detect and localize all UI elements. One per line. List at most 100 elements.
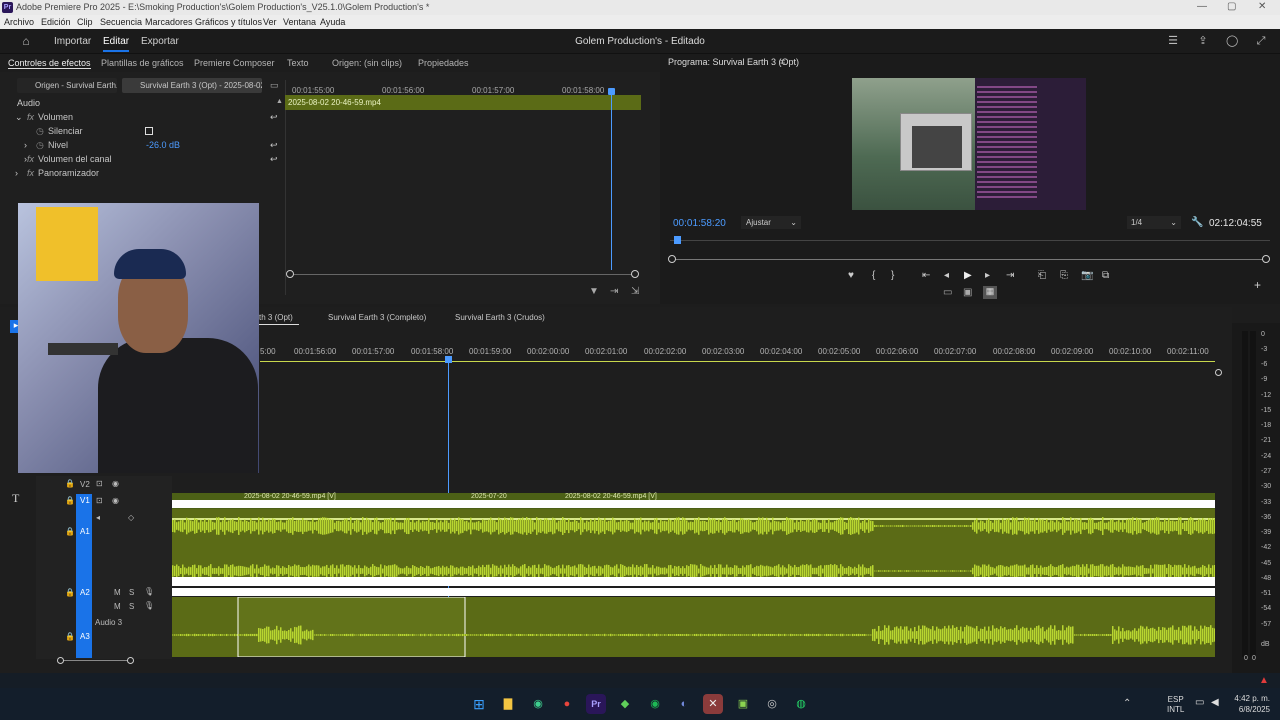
network-icon[interactable]: ▭ bbox=[1195, 697, 1204, 708]
step-forward-icon[interactable]: ▸ bbox=[985, 270, 990, 281]
add-button-icon[interactable]: + bbox=[1254, 278, 1261, 292]
ec-zoom-end-handle[interactable] bbox=[631, 270, 639, 278]
ec-zoom-start-handle[interactable] bbox=[286, 270, 294, 278]
clock[interactable]: 4:42 p. m. 6/8/2025 bbox=[1226, 693, 1270, 715]
go-to-in-icon[interactable]: ⇤ bbox=[922, 270, 930, 281]
tab-seq-crudos[interactable]: Survival Earth 3 (Crudos) bbox=[455, 313, 545, 322]
keyframe-add-icon[interactable]: ◇ bbox=[128, 513, 134, 522]
multicam-icon[interactable]: ▭ bbox=[943, 287, 952, 298]
panel-menu-icon[interactable]: ▭ bbox=[270, 80, 279, 91]
app-icon[interactable]: ✕ bbox=[703, 694, 723, 714]
tab-seq-completo[interactable]: Survival Earth 3 (Completo) bbox=[328, 313, 426, 322]
track-v1-label[interactable]: V1 bbox=[80, 496, 90, 505]
tab-propiedades[interactable]: Propiedades bbox=[418, 58, 469, 68]
track-v2-label[interactable]: V2 bbox=[80, 480, 90, 489]
chevron-right-icon[interactable]: › bbox=[24, 140, 27, 150]
chevron-right-icon[interactable]: › bbox=[15, 168, 18, 178]
prop-volumen[interactable]: ⌄ fx Volumen ↩ bbox=[0, 111, 285, 124]
add-marker-icon[interactable]: ♥ bbox=[848, 270, 854, 281]
fullscreen-icon[interactable]: ⤢ bbox=[1255, 35, 1267, 47]
ec-playhead-handle[interactable] bbox=[608, 88, 615, 95]
eye-icon[interactable]: ◉ bbox=[112, 479, 119, 488]
camera-icon[interactable]: 📷 bbox=[1081, 270, 1093, 281]
menu-marcadores[interactable]: Marcadores bbox=[145, 17, 193, 27]
type-tool-icon[interactable]: T bbox=[12, 491, 19, 506]
premiere-taskbar-icon[interactable]: Pr bbox=[586, 694, 606, 714]
menu-ventana[interactable]: Ventana bbox=[283, 17, 316, 27]
sync-icon[interactable]: ⊡ bbox=[96, 496, 103, 505]
lift-icon[interactable]: ⎗ bbox=[1038, 270, 1046, 281]
mic-icon[interactable]: 🎙 bbox=[144, 601, 154, 610]
menu-edicion[interactable]: Edición bbox=[41, 17, 71, 27]
compare-icon[interactable]: ⧉ bbox=[1102, 270, 1109, 281]
program-zoom-start[interactable] bbox=[668, 255, 676, 263]
filter-icon[interactable]: ▼ bbox=[589, 286, 599, 297]
share-icon[interactable]: ⇪ bbox=[1197, 35, 1209, 47]
whatsapp-icon[interactable]: ◍ bbox=[791, 694, 811, 714]
menu-graficos[interactable]: Gráficos y títulos bbox=[195, 17, 262, 27]
solo-button[interactable]: S bbox=[129, 602, 134, 611]
wrench-icon[interactable]: 🔧 bbox=[1191, 217, 1203, 228]
sync-icon[interactable]: ⊡ bbox=[96, 479, 103, 488]
menu-clip[interactable]: Clip bbox=[77, 17, 93, 27]
minecraft-icon[interactable]: ◆ bbox=[615, 694, 635, 714]
reset-nivel-icon[interactable]: ↩ bbox=[270, 140, 278, 151]
a1-audio-clip[interactable] bbox=[172, 509, 1215, 586]
windows-start-icon[interactable]: ⊞ bbox=[469, 694, 489, 714]
extract-icon[interactable]: ⎘ bbox=[1060, 270, 1068, 281]
close-icon[interactable]: ✕ bbox=[1258, 1, 1266, 12]
proxy-toggle-icon[interactable]: ▦ bbox=[983, 286, 997, 299]
reset-volumen-icon[interactable]: ↩ bbox=[270, 112, 278, 123]
menu-secuencia[interactable]: Secuencia bbox=[100, 17, 142, 27]
a3-audio-clip[interactable] bbox=[172, 597, 1215, 657]
workspaces-icon[interactable]: ☰ bbox=[1167, 35, 1179, 47]
mark-out-icon[interactable]: } bbox=[891, 270, 894, 281]
progress-icon[interactable]: ◯ bbox=[1226, 35, 1238, 47]
tab-texto[interactable]: Texto bbox=[287, 58, 309, 68]
ec-zoom-bar[interactable] bbox=[290, 274, 636, 275]
source-clip-chip[interactable]: Origen - Survival Earth... bbox=[17, 78, 117, 93]
work-area-bar[interactable] bbox=[260, 361, 1215, 362]
tab-seq-opt[interactable]: th 3 (Opt) bbox=[259, 313, 293, 322]
track-a1-label[interactable]: A1 bbox=[80, 527, 90, 536]
stopwatch-icon[interactable]: ◷ bbox=[36, 140, 44, 151]
lock-icon[interactable]: 🔒 bbox=[65, 527, 75, 536]
obs-icon[interactable]: ◎ bbox=[762, 694, 782, 714]
mute-button[interactable]: M bbox=[114, 588, 121, 597]
lock-icon[interactable]: 🔒 bbox=[65, 588, 75, 597]
edge-icon[interactable]: ◉ bbox=[528, 694, 548, 714]
scroll-start-handle[interactable] bbox=[57, 657, 64, 664]
discord-icon[interactable]: ◐ bbox=[674, 694, 694, 714]
track-a3-label[interactable]: A3 bbox=[80, 632, 90, 641]
tray-chevron-icon[interactable]: ⌃ bbox=[1123, 698, 1131, 709]
ec-playhead[interactable] bbox=[611, 90, 612, 270]
warning-icon[interactable]: ▲ bbox=[1259, 675, 1269, 686]
program-menu-icon[interactable]: ≡ bbox=[780, 57, 785, 67]
mute-button[interactable]: M bbox=[114, 602, 121, 611]
menu-ver[interactable]: Ver bbox=[263, 17, 277, 27]
tab-controles-efectos[interactable]: Controles de efectos bbox=[8, 58, 91, 69]
go-to-out-icon[interactable]: ⇥ bbox=[1006, 270, 1014, 281]
reset-canal-icon[interactable]: ↩ bbox=[270, 154, 278, 165]
chevron-down-icon[interactable]: ⌄ bbox=[15, 112, 23, 123]
program-time-ruler[interactable] bbox=[670, 240, 1270, 241]
timeline-scrollbar[interactable] bbox=[60, 660, 132, 661]
keyframe-prev-icon[interactable]: ◂ bbox=[96, 513, 100, 522]
tab-plantillas-graficos[interactable]: Plantillas de gráficos bbox=[101, 58, 184, 68]
mic-icon[interactable]: 🎙 bbox=[144, 587, 154, 596]
file-explorer-icon[interactable]: ▇ bbox=[498, 694, 518, 714]
tab-premiere-composer[interactable]: Premiere Composer bbox=[194, 58, 275, 68]
menu-ayuda[interactable]: Ayuda bbox=[320, 17, 345, 27]
lock-icon[interactable]: 🔒 bbox=[65, 632, 75, 641]
step-back-icon[interactable]: ◂ bbox=[944, 270, 949, 281]
spotify-icon[interactable]: ◉ bbox=[645, 694, 665, 714]
volume-icon[interactable]: ◀ bbox=[1211, 697, 1219, 708]
tab-origen[interactable]: Origen: (sin clips) bbox=[332, 58, 402, 68]
language-indicator[interactable]: ESP INTL bbox=[1167, 695, 1184, 715]
track-a2-label[interactable]: A2 bbox=[80, 588, 90, 597]
silenciar-checkbox[interactable] bbox=[145, 127, 153, 135]
cube-app-icon[interactable]: ▣ bbox=[733, 694, 753, 714]
lock-icon[interactable]: 🔒 bbox=[65, 479, 75, 488]
sequence-clip-chip[interactable]: Survival Earth 3 (Opt) - 2025-08-02... bbox=[122, 78, 262, 93]
program-playhead[interactable] bbox=[674, 236, 681, 244]
